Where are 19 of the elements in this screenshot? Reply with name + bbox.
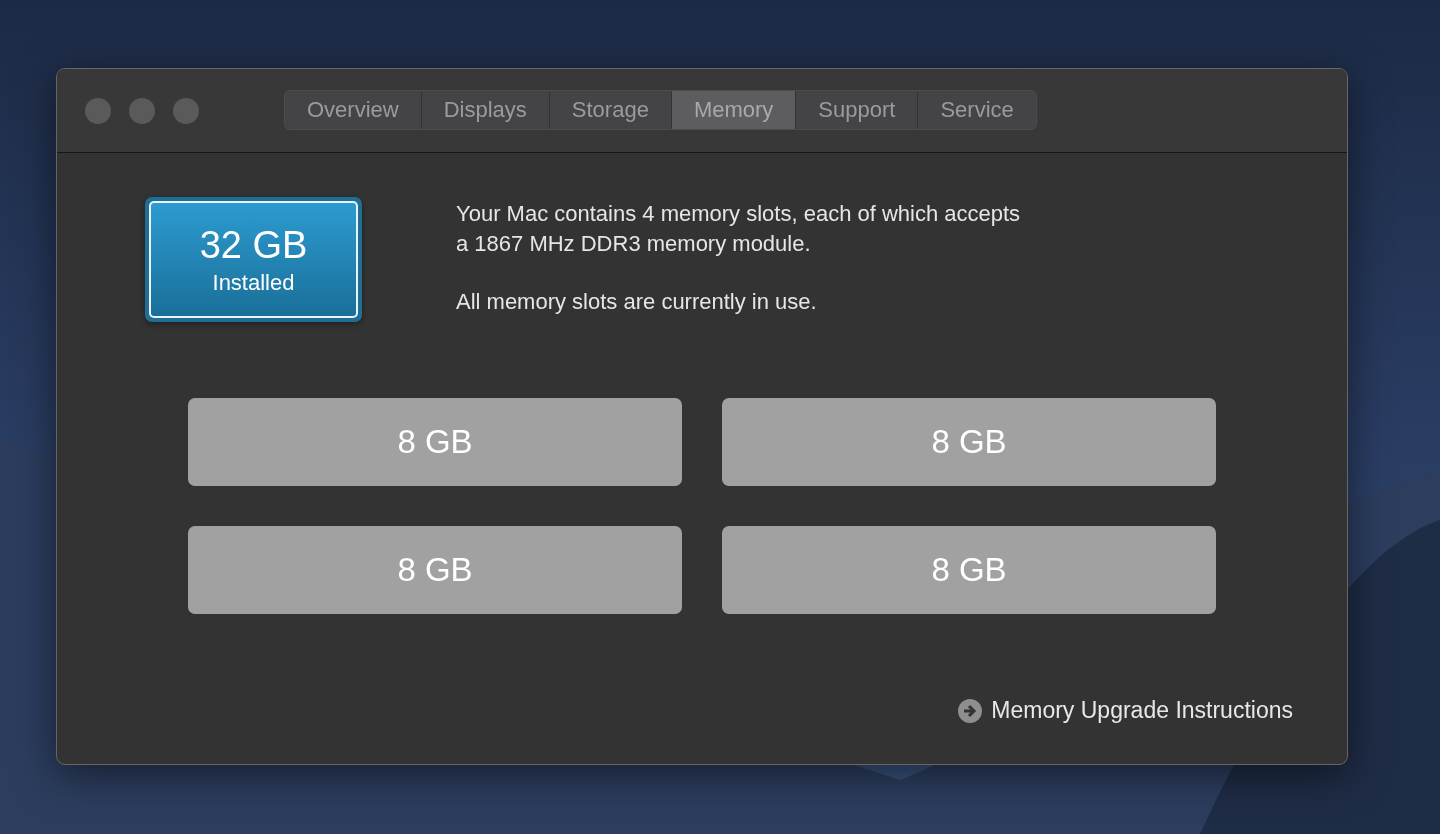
memory-slot: 8 GB xyxy=(722,526,1216,614)
installed-size: 32 GB xyxy=(199,223,308,266)
installed-label: Installed xyxy=(212,269,295,296)
tab[interactable]: Displays xyxy=(421,91,550,129)
minimize-button[interactable] xyxy=(129,97,155,124)
memory-slot: 8 GB xyxy=(188,398,682,486)
tab[interactable]: Service xyxy=(918,91,1036,129)
tab[interactable]: Overview xyxy=(285,91,422,129)
arrow-circle-icon xyxy=(957,697,984,724)
upgrade-instructions-link[interactable]: Memory Upgrade Instructions xyxy=(957,697,1293,724)
close-button[interactable] xyxy=(85,97,111,124)
slot-description: Your Mac contains 4 memory slots, each of which accepts a 1867 MHz DDR3 memory module. xyxy=(456,200,1021,258)
memory-slot: 8 GB xyxy=(188,526,682,614)
tab[interactable]: Storage xyxy=(549,91,672,129)
slot-status: All memory slots are currently in use. xyxy=(456,288,818,316)
tab[interactable]: Support xyxy=(796,91,919,129)
memory-slot: 8 GB xyxy=(722,398,1216,486)
tab[interactable]: Memory xyxy=(671,91,797,129)
zoom-button[interactable] xyxy=(173,97,199,124)
